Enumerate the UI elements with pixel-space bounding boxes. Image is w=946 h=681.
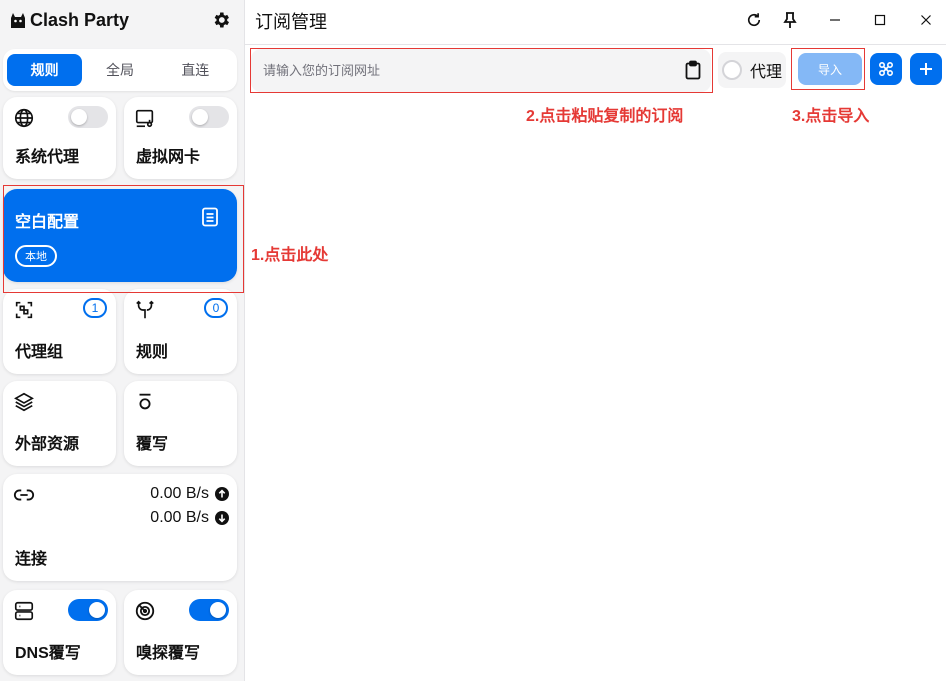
rules-title: 规则 — [136, 344, 169, 361]
layers-icon — [14, 392, 34, 412]
subscription-input-wrap — [251, 49, 711, 92]
document-icon[interactable] — [201, 207, 219, 227]
upload-speed: 0.00 B/s — [150, 485, 209, 502]
connections-card[interactable]: 0.00 B/s 0.00 B/s 连接 — [3, 474, 237, 581]
download-arrow-icon — [215, 511, 229, 525]
annotation-step-1: 1.点击此处 — [251, 247, 329, 264]
profile-card[interactable]: 空白配置 本地 — [3, 189, 237, 282]
annotation-step-2: 2.点击粘贴复制的订阅 — [526, 108, 684, 125]
subscription-url-input[interactable] — [263, 63, 663, 78]
tun-toggle[interactable] — [189, 106, 229, 128]
sniff-card[interactable]: 嗅探覆写 — [124, 590, 237, 675]
system-proxy-toggle[interactable] — [68, 106, 108, 128]
rules-count: 0 — [204, 298, 228, 318]
proxy-checkbox[interactable]: 代理 — [718, 52, 786, 88]
tun-card[interactable]: 虚拟网卡 — [124, 97, 237, 179]
minimize-icon — [830, 19, 840, 21]
virtual-nic-icon — [135, 109, 154, 128]
import-button[interactable]: 导入 — [798, 53, 862, 85]
sniff-title: 嗅探覆写 — [136, 645, 201, 662]
profile-title: 空白配置 — [15, 214, 80, 231]
cat-logo-icon — [11, 13, 25, 28]
settings-button[interactable] — [209, 8, 233, 32]
sidebar: Clash Party 规则 全局 直连 系统代理 虚拟网卡 空白配置 本地 1… — [0, 0, 245, 681]
download-speed: 0.00 B/s — [150, 509, 209, 526]
proxy-groups-title: 代理组 — [15, 344, 64, 361]
download-speed-row: 0.00 B/s — [150, 508, 229, 528]
system-proxy-title: 系统代理 — [15, 149, 80, 166]
refresh-button[interactable] — [742, 8, 766, 32]
dns-card[interactable]: DNS覆写 — [3, 590, 116, 675]
pin-icon — [783, 12, 797, 28]
upload-speed-row: 0.00 B/s — [150, 484, 229, 504]
rules-card[interactable]: 0 规则 — [124, 289, 237, 374]
close-icon — [921, 15, 931, 25]
app-brand: Clash Party — [8, 8, 129, 32]
close-button[interactable] — [914, 8, 938, 32]
link-icon — [13, 489, 35, 501]
header-divider — [245, 44, 946, 45]
dns-title: DNS覆写 — [15, 645, 81, 662]
minimize-button[interactable] — [823, 8, 847, 32]
proxy-group-icon — [15, 301, 33, 319]
annotation-step-3: 3.点击导入 — [792, 108, 870, 125]
override-title: 覆写 — [136, 436, 169, 453]
globe-icon — [14, 108, 34, 128]
upload-arrow-icon — [215, 487, 229, 501]
page-title: 订阅管理 — [255, 12, 327, 32]
dns-toggle[interactable] — [68, 599, 108, 621]
gear-icon — [214, 12, 229, 28]
system-proxy-card[interactable]: 系统代理 — [3, 97, 116, 179]
fork-icon — [136, 300, 154, 319]
clipboard-paste-icon[interactable] — [683, 60, 703, 80]
proxy-checkbox-label: 代理 — [750, 64, 783, 81]
radar-icon — [135, 601, 155, 621]
override-icon — [139, 393, 151, 410]
tun-title: 虚拟网卡 — [136, 149, 201, 166]
crop-tool-button[interactable] — [870, 53, 902, 85]
mode-tabs: 规则 全局 直连 — [3, 49, 237, 91]
local-chip: 本地 — [15, 245, 57, 267]
refresh-icon — [747, 13, 761, 27]
add-subscription-button[interactable] — [910, 53, 942, 85]
top-bar: 订阅管理 — [245, 0, 946, 42]
tab-rule-mode[interactable]: 规则 — [7, 54, 83, 86]
override-card[interactable]: 覆写 — [124, 381, 237, 466]
maximize-button[interactable] — [868, 8, 892, 32]
connections-title: 连接 — [15, 551, 48, 568]
tab-direct-mode[interactable]: 直连 — [158, 54, 233, 86]
crop-icon — [878, 61, 894, 77]
sniff-toggle[interactable] — [189, 599, 229, 621]
tab-global-mode[interactable]: 全局 — [82, 54, 157, 86]
app-window: Clash Party 规则 全局 直连 系统代理 虚拟网卡 空白配置 本地 1… — [0, 0, 946, 681]
proxy-groups-count: 1 — [83, 298, 107, 318]
server-icon — [14, 601, 34, 621]
proxy-checkbox-box[interactable] — [722, 60, 742, 80]
maximize-icon — [874, 14, 886, 26]
app-name: Clash Party — [30, 9, 130, 30]
plus-icon — [920, 63, 932, 75]
proxy-groups-card[interactable]: 1 代理组 — [3, 289, 116, 374]
resources-card[interactable]: 外部资源 — [3, 381, 116, 466]
pin-button[interactable] — [778, 8, 802, 32]
resources-title: 外部资源 — [15, 436, 80, 453]
